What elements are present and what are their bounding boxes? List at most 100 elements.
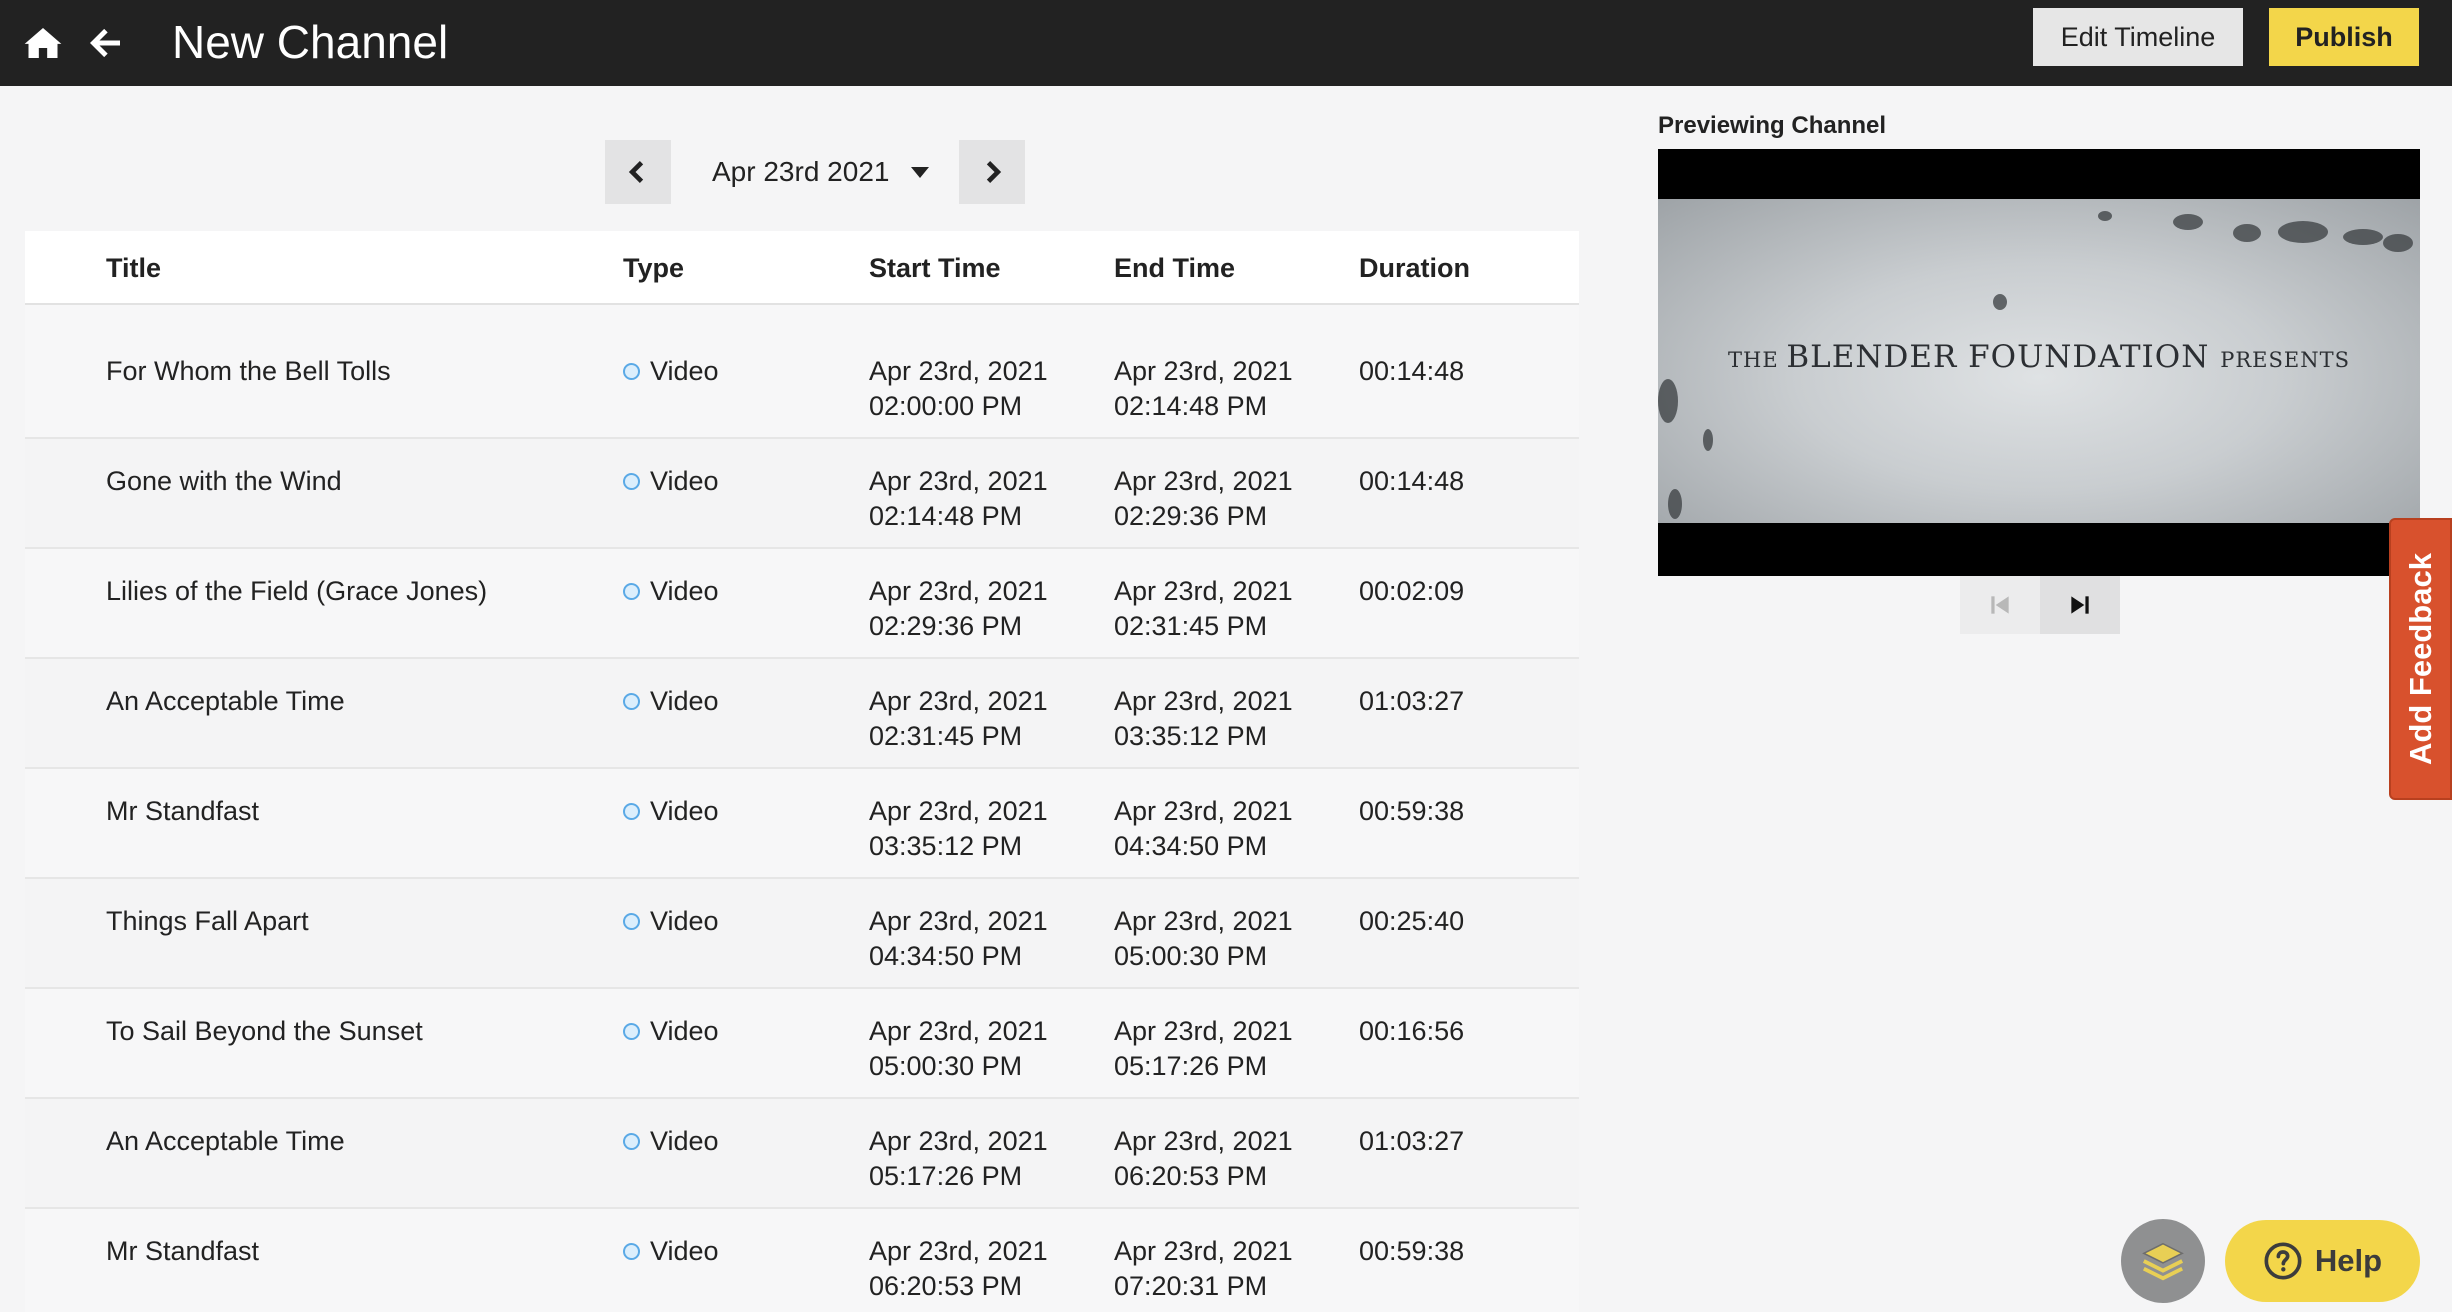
- row-type: Video: [623, 903, 719, 939]
- table-row[interactable]: Mr Standfast Video Apr 23rd, 2021 06:20:53 …: [25, 1209, 1579, 1312]
- row-type-label: Video: [650, 1236, 719, 1266]
- row-start-date: Apr 23rd, 2021: [869, 1236, 1048, 1266]
- row-end-time: 02:29:36 PM: [1114, 501, 1268, 531]
- row-start-time: 02:00:00 PM: [869, 391, 1023, 421]
- table-header: Title Type Start Time End Time Duration: [25, 231, 1579, 305]
- column-header-end-time[interactable]: End Time: [1114, 253, 1235, 284]
- row-type: Video: [623, 573, 719, 609]
- video-type-dot-icon: [623, 912, 640, 930]
- table-row[interactable]: Mr Standfast Video Apr 23rd, 2021 03:35:12 …: [25, 769, 1579, 879]
- row-start-date: Apr 23rd, 2021: [869, 796, 1048, 826]
- row-duration: 00:59:38: [1359, 796, 1465, 826]
- edit-timeline-button[interactable]: Edit Timeline: [2033, 8, 2243, 66]
- row-duration: 01:03:27: [1359, 686, 1465, 716]
- row-start-time: 06:20:53 PM: [869, 1271, 1023, 1301]
- row-type-label: Video: [650, 686, 719, 716]
- video-title-card: THE BLENDER FOUNDATION PRESENTS: [1728, 339, 2350, 375]
- video-type-dot-icon: [623, 1242, 640, 1260]
- row-duration: 00:59:38: [1359, 1236, 1465, 1266]
- row-end-time: 02:31:45 PM: [1114, 611, 1268, 641]
- skip-previous-icon: [1991, 596, 2009, 614]
- row-start-date: Apr 23rd, 2021: [869, 1126, 1048, 1156]
- video-type-dot-icon: [623, 472, 640, 490]
- row-title: Mr Standfast: [106, 1236, 260, 1266]
- video-type-dot-icon: [623, 582, 640, 600]
- table-row[interactable]: An Acceptable Time Video Apr 23rd, 2021 02:…: [25, 659, 1579, 769]
- question-circle-icon: [2264, 1242, 2302, 1280]
- row-title: Lilies of the Field (Grace Jones): [106, 576, 488, 606]
- table-row[interactable]: Lilies of the Field (Grace Jones) Video Ap…: [25, 549, 1579, 659]
- row-end-date: Apr 23rd, 2021: [1114, 1236, 1293, 1266]
- column-header-type[interactable]: Type: [623, 253, 684, 284]
- column-header-duration[interactable]: Duration: [1359, 253, 1470, 284]
- row-start-date: Apr 23rd, 2021: [869, 356, 1048, 386]
- next-day-button[interactable]: [959, 140, 1025, 204]
- row-end-time: 03:35:12 PM: [1114, 721, 1268, 751]
- row-start-time: 05:00:30 PM: [869, 1051, 1023, 1081]
- table-row[interactable]: An Acceptable Time Video Apr 23rd, 2021 05:…: [25, 1099, 1579, 1209]
- row-end-time: 07:20:31 PM: [1114, 1271, 1268, 1301]
- row-duration: 01:03:27: [1359, 1126, 1465, 1156]
- row-end-date: Apr 23rd, 2021: [1114, 466, 1293, 496]
- row-type-label: Video: [650, 356, 719, 386]
- video-type-dot-icon: [623, 1132, 640, 1150]
- row-start-date: Apr 23rd, 2021: [869, 576, 1048, 606]
- help-label: Help: [2314, 1243, 2383, 1278]
- table-body: For Whom the Bell Tolls Video Apr 23rd, 20…: [25, 305, 1579, 1312]
- preview-label: Previewing Channel: [1658, 112, 1887, 139]
- row-duration: 00:14:48: [1359, 466, 1465, 496]
- row-end-date: Apr 23rd, 2021: [1114, 1126, 1293, 1156]
- row-end-date: Apr 23rd, 2021: [1114, 906, 1293, 936]
- back-arrow-icon[interactable]: [82, 20, 128, 66]
- row-start-date: Apr 23rd, 2021: [869, 1016, 1048, 1046]
- row-type-label: Video: [650, 796, 719, 826]
- date-dropdown[interactable]: Apr 23rd 2021: [712, 150, 930, 194]
- caret-down-icon: [911, 166, 930, 178]
- column-header-title[interactable]: Title: [106, 253, 161, 284]
- row-type-label: Video: [650, 1126, 719, 1156]
- video-frame: THE BLENDER FOUNDATION PRESENTS: [1658, 199, 2420, 523]
- selected-date: Apr 23rd 2021: [712, 156, 890, 187]
- row-end-date: Apr 23rd, 2021: [1114, 796, 1293, 826]
- row-start-time: 04:34:50 PM: [869, 941, 1023, 971]
- row-title: To Sail Beyond the Sunset: [106, 1016, 423, 1046]
- previous-day-button[interactable]: [605, 140, 671, 204]
- row-type: Video: [623, 1233, 719, 1269]
- row-end-time: 02:14:48 PM: [1114, 391, 1268, 421]
- video-player[interactable]: THE BLENDER FOUNDATION PRESENTS: [1658, 149, 2420, 576]
- row-type: Video: [623, 353, 719, 389]
- table-row[interactable]: To Sail Beyond the Sunset Video Apr 23rd, …: [25, 989, 1579, 1099]
- chevron-right-icon: [986, 161, 1002, 183]
- video-type-dot-icon: [623, 1022, 640, 1040]
- help-button[interactable]: Help: [2225, 1220, 2420, 1302]
- layers-button[interactable]: [2121, 1219, 2205, 1303]
- row-title: An Acceptable Time: [106, 686, 345, 716]
- row-title: Mr Standfast: [106, 796, 260, 826]
- row-duration: 00:25:40: [1359, 906, 1465, 936]
- row-type-label: Video: [650, 1016, 719, 1046]
- row-end-date: Apr 23rd, 2021: [1114, 356, 1293, 386]
- row-duration: 00:14:48: [1359, 356, 1465, 386]
- table-row[interactable]: Things Fall Apart Video Apr 23rd, 2021 04:3…: [25, 879, 1579, 989]
- row-start-time: 02:29:36 PM: [869, 611, 1023, 641]
- skip-next-icon: [2071, 596, 2089, 614]
- row-start-time: 02:14:48 PM: [869, 501, 1023, 531]
- row-start-date: Apr 23rd, 2021: [869, 686, 1048, 716]
- row-start-time: 03:35:12 PM: [869, 831, 1023, 861]
- row-start-date: Apr 23rd, 2021: [869, 906, 1048, 936]
- layers-icon: [2142, 1242, 2184, 1281]
- add-feedback-label: Add Feedback: [2402, 553, 2438, 765]
- row-type: Video: [623, 683, 719, 719]
- skip-previous-button[interactable]: [1960, 576, 2040, 634]
- publish-button[interactable]: Publish: [2269, 8, 2419, 66]
- row-end-date: Apr 23rd, 2021: [1114, 1016, 1293, 1046]
- add-feedback-tab[interactable]: Add Feedback: [2389, 518, 2452, 800]
- table-row[interactable]: For Whom the Bell Tolls Video Apr 23rd, 20…: [25, 305, 1579, 439]
- table-row[interactable]: Gone with the Wind Video Apr 23rd, 2021 02:…: [25, 439, 1579, 549]
- row-type-label: Video: [650, 906, 719, 936]
- row-end-date: Apr 23rd, 2021: [1114, 576, 1293, 606]
- skip-next-button[interactable]: [2040, 576, 2120, 634]
- home-icon[interactable]: [20, 20, 66, 66]
- column-header-start-time[interactable]: Start Time: [869, 253, 1001, 284]
- row-start-time: 02:31:45 PM: [869, 721, 1023, 751]
